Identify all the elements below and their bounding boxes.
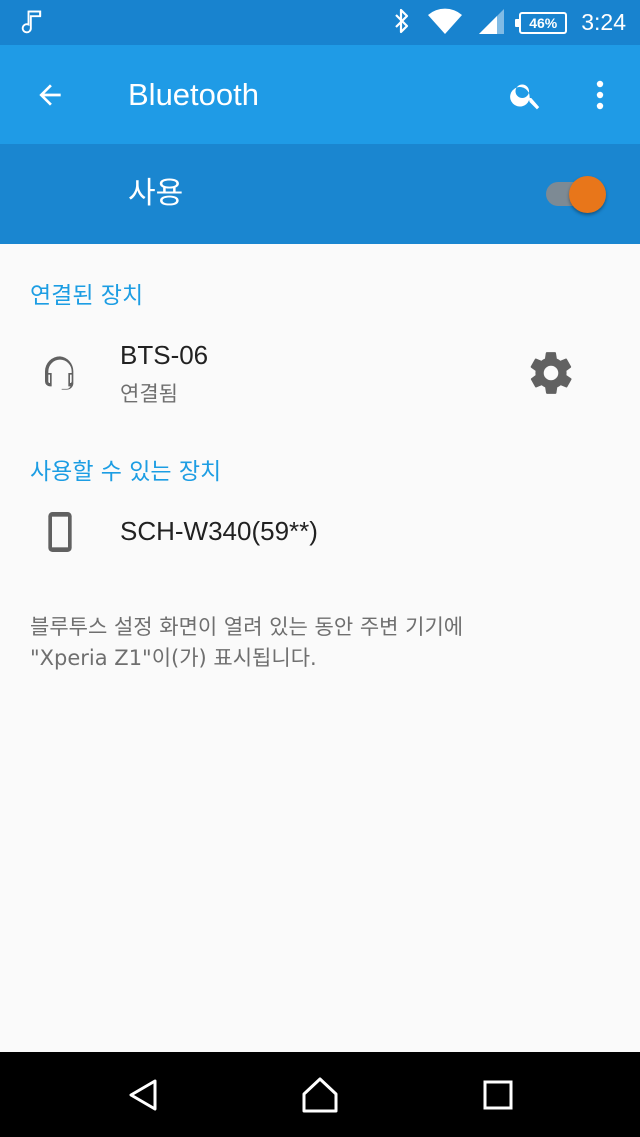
device-name: SCH-W340(59**)	[120, 516, 318, 546]
battery-icon: 46%	[515, 11, 568, 34]
headset-icon	[40, 353, 80, 393]
more-options-button[interactable]	[580, 73, 620, 117]
navigation-bar	[0, 1052, 640, 1137]
search-icon	[510, 84, 540, 110]
toggle-label: 사용	[128, 176, 184, 211]
app-bar: Bluetooth	[0, 45, 640, 144]
connected-devices-header: 연결된 장치	[30, 283, 144, 309]
battery-level: 46%	[529, 14, 558, 31]
back-button[interactable]	[28, 73, 72, 117]
phone-icon	[40, 510, 80, 552]
device-settings-button[interactable]	[524, 346, 578, 400]
recents-icon	[483, 1080, 513, 1110]
more-vert-icon	[596, 80, 604, 110]
visibility-info-text: 블루투스 설정 화면이 열려 있는 동안 주변 기기에 "Xperia Z1"이…	[30, 612, 610, 674]
music-note-icon	[18, 8, 46, 36]
home-icon	[302, 1077, 338, 1113]
bluetooth-switch-thumb[interactable]	[569, 176, 606, 213]
gear-icon	[530, 352, 572, 394]
device-row-sch-w340[interactable]: SCH-W340(59**)	[0, 496, 640, 568]
device-row-bts-06[interactable]: BTS-06 연결됨	[0, 330, 640, 420]
back-triangle-icon	[129, 1079, 157, 1111]
wifi-icon	[427, 7, 463, 39]
nav-recents-button[interactable]	[473, 1072, 523, 1118]
device-status: 연결됨	[120, 382, 178, 406]
page-title: Bluetooth	[128, 77, 259, 112]
info-line-1: 블루투스 설정 화면이 열려 있는 동안 주변 기기에	[30, 615, 464, 639]
bluetooth-icon	[391, 7, 413, 39]
search-button[interactable]	[504, 73, 548, 117]
status-time: 3:24	[581, 9, 626, 35]
nav-home-button[interactable]	[295, 1072, 345, 1118]
info-line-2: "Xperia Z1"이(가) 표시됩니다.	[30, 646, 317, 670]
bluetooth-settings-screen: 46% 3:24 Bluetooth 사용 연결된 장치 BTS-06 연결됨 …	[0, 0, 640, 1137]
bluetooth-toggle-bar[interactable]: 사용	[0, 144, 640, 244]
nav-back-button[interactable]	[118, 1072, 168, 1118]
available-devices-header: 사용할 수 있는 장치	[30, 459, 222, 485]
status-icons: 46% 3:24	[391, 0, 626, 45]
status-bar: 46% 3:24	[0, 0, 640, 45]
device-name: BTS-06	[120, 340, 209, 370]
cell-signal-icon	[477, 7, 505, 39]
back-arrow-icon	[39, 84, 61, 106]
